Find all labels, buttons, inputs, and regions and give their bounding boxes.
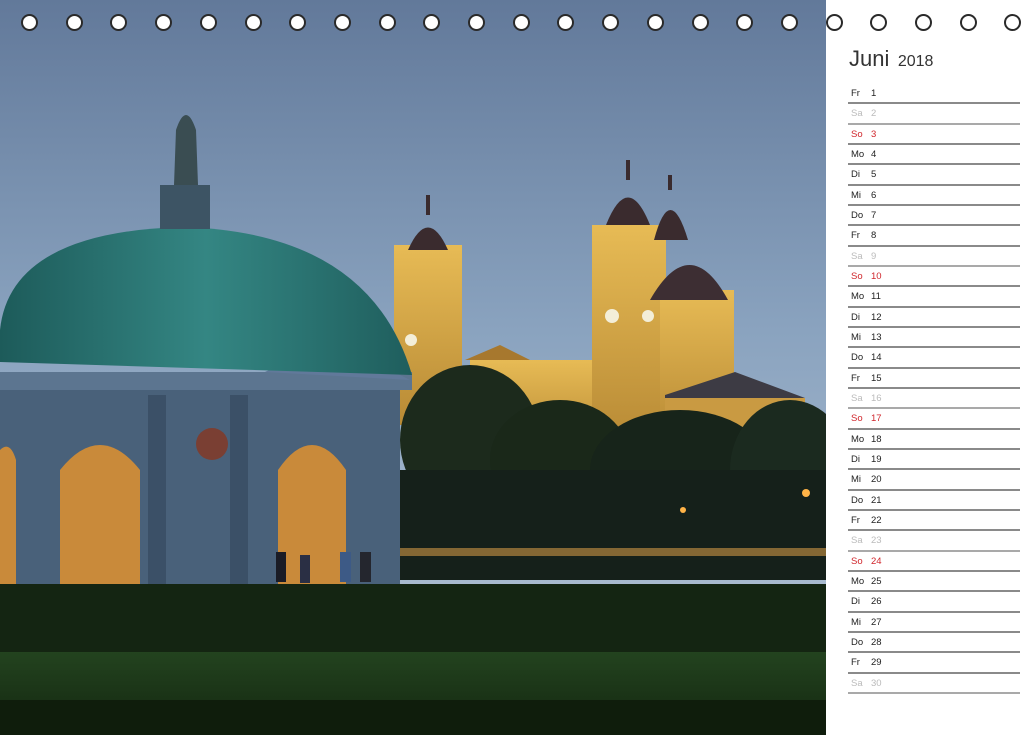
month-name: Juni [849, 46, 890, 71]
day-number: 18 [871, 433, 882, 445]
day-number: 29 [871, 657, 882, 669]
day-weekday: Fr [851, 88, 860, 99]
day-weekday: Mo [851, 148, 865, 160]
day-number: 15 [871, 372, 882, 384]
day-row: Mo 18 [848, 430, 1020, 450]
day-row: Mo 11 [848, 287, 1020, 308]
day-weekday: So [851, 555, 863, 567]
day-number: 19 [871, 453, 882, 465]
day-number: 1 [871, 88, 877, 99]
day-weekday: Do [851, 209, 864, 221]
day-weekday: Fr [851, 372, 860, 384]
day-weekday: So [851, 128, 863, 140]
day-row: So 24 [848, 552, 1020, 572]
day-weekday: Di [851, 453, 860, 465]
day-number: 24 [871, 555, 882, 567]
day-number: 8 [871, 230, 877, 242]
day-weekday: Mo [851, 575, 865, 587]
day-weekday: Mi [851, 189, 862, 201]
day-row: Di 19 [848, 450, 1020, 471]
day-row: Mi 6 [848, 186, 1020, 206]
day-weekday: Di [851, 311, 860, 323]
day-number: 17 [871, 413, 882, 425]
day-row: Fr 22 [848, 511, 1020, 532]
calendar-photo [0, 0, 826, 735]
day-row: Di 5 [848, 165, 1020, 186]
day-row: Sa 9 [848, 247, 1020, 267]
day-weekday: Fr [851, 657, 860, 669]
day-number: 3 [871, 128, 877, 140]
day-row: Fr 15 [848, 369, 1020, 389]
month-year: 2018 [897, 53, 934, 70]
day-number: 30 [871, 677, 882, 689]
day-number: 23 [871, 535, 882, 547]
day-number: 6 [871, 189, 877, 201]
day-weekday: Mo [851, 433, 865, 445]
day-number: 5 [871, 169, 877, 181]
day-row: Do 7 [848, 206, 1020, 227]
day-row: Di 26 [848, 592, 1020, 613]
day-number: 9 [871, 250, 877, 262]
day-row: Di 12 [848, 308, 1020, 328]
day-row: Fr 1 [848, 84, 1020, 105]
day-weekday: So [851, 270, 863, 282]
day-number: 14 [871, 352, 882, 364]
day-row: Sa 30 [848, 674, 1020, 694]
day-weekday: Mi [851, 474, 862, 486]
day-row: Mo 25 [848, 572, 1020, 593]
day-number: 13 [871, 331, 882, 343]
day-weekday: Mi [851, 331, 862, 343]
month-title: Juni 2018 [849, 46, 933, 72]
day-row: So 3 [848, 125, 1020, 145]
day-weekday: Mo [851, 291, 865, 303]
day-row: Sa 16 [848, 389, 1020, 410]
day-number: 7 [871, 209, 877, 221]
day-weekday: Do [851, 636, 864, 648]
day-number: 12 [871, 311, 882, 323]
photo-scene [0, 0, 826, 735]
day-weekday: Sa [851, 392, 863, 404]
day-row: Mi 20 [848, 470, 1020, 491]
calendar-panel: Juni 2018 Fr 1 Sa 2 So 3 Mo 4 Di 5 Mi 6 Do 7 Fr 8 Sa 9 So 1… [826, 0, 1024, 735]
day-number: 10 [871, 270, 882, 282]
day-weekday: Di [851, 169, 860, 181]
day-number: 11 [871, 291, 881, 303]
day-row: Mi 27 [848, 613, 1020, 633]
day-list: Fr 1 Sa 2 So 3 Mo 4 Di 5 Mi 6 Do 7 Fr 8 Sa 9 So 10 Mo 11 Di 12 M… [848, 84, 1020, 694]
day-row: Fr 29 [848, 653, 1020, 674]
day-number: 20 [871, 474, 882, 486]
day-number: 2 [871, 108, 877, 120]
day-number: 21 [871, 494, 882, 506]
day-weekday: Di [851, 596, 860, 608]
day-row: Sa 2 [848, 104, 1020, 125]
day-weekday: Sa [851, 108, 863, 120]
day-weekday: Sa [851, 250, 863, 262]
hedge [0, 584, 826, 654]
day-row: Mo 4 [848, 145, 1020, 166]
day-number: 4 [871, 148, 877, 160]
day-weekday: Do [851, 494, 864, 506]
day-row: Fr 8 [848, 226, 1020, 247]
day-row: Do 28 [848, 633, 1020, 654]
day-number: 22 [871, 514, 882, 526]
day-weekday: Do [851, 352, 864, 364]
day-number: 28 [871, 636, 882, 648]
day-weekday: Fr [851, 230, 860, 242]
day-number: 26 [871, 596, 882, 608]
day-row: So 17 [848, 409, 1020, 430]
day-row: So 10 [848, 267, 1020, 288]
day-row: Mi 13 [848, 328, 1020, 349]
day-row: Do 21 [848, 491, 1020, 511]
day-weekday: Fr [851, 514, 860, 526]
day-weekday: Sa [851, 535, 863, 547]
day-row: Do 14 [848, 348, 1020, 369]
day-number: 27 [871, 616, 882, 628]
day-weekday: Sa [851, 677, 863, 689]
day-weekday: So [851, 413, 863, 425]
day-number: 16 [871, 392, 882, 404]
day-row: Sa 23 [848, 531, 1020, 552]
day-weekday: Mi [851, 616, 862, 628]
day-number: 25 [871, 575, 882, 587]
